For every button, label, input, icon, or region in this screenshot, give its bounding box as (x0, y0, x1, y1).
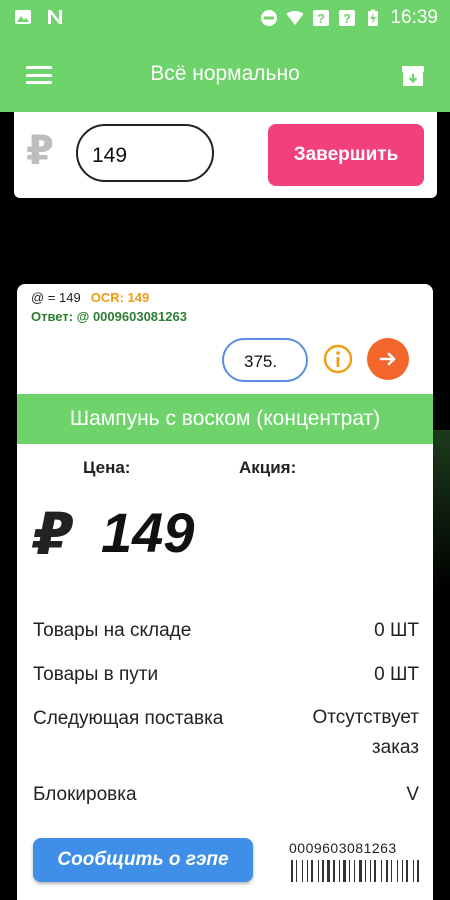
detail-value: 0 ШТ (374, 620, 419, 641)
currency-symbol: ₽ (26, 128, 54, 174)
detail-row-in-transit: Товары в пути 0 ШТ (33, 664, 419, 686)
barcode-image (291, 860, 419, 882)
do-not-disturb-icon (261, 10, 278, 26)
detail-row-next-delivery: Следующая поставка Отсутствует заказ (33, 707, 419, 758)
scan-result: @ = 149 OCR: 149 (31, 290, 149, 305)
svg-text:?: ? (343, 11, 351, 26)
app-bar: Всё нормально (0, 36, 450, 112)
info-icon[interactable] (323, 344, 353, 374)
detail-label: Блокировка (33, 784, 137, 805)
detail-value: V (406, 784, 419, 805)
signal-unknown-icon: ? (313, 10, 330, 26)
detail-value: Отсутствует заказ (312, 707, 419, 758)
next-button[interactable] (367, 338, 409, 380)
barcode-number: 0009603081263 (289, 840, 397, 856)
arrow-right-icon (379, 352, 396, 366)
battery-charging-icon (368, 9, 379, 26)
product-card: @ = 149 OCR: 149 Ответ: @ 0009603081263 3… (17, 284, 433, 900)
signal-unknown-icon: ? (339, 10, 356, 26)
image-notification-icon (15, 10, 31, 24)
status-time: 16:39 (390, 7, 438, 28)
detail-value: 0 ШТ (374, 664, 419, 685)
status-bar: ? ? 16:39 (0, 0, 450, 36)
price-value: 149 (101, 501, 195, 564)
scan-value: @ = 149 (31, 290, 81, 305)
detail-label: Товары на складе (33, 620, 192, 641)
price-label: Цена: (83, 458, 131, 477)
page-title: Всё нормально (150, 62, 300, 85)
detail-row-stock: Товары на складе 0 ШТ (33, 620, 419, 642)
n-notification-icon (48, 10, 62, 24)
wifi-icon (286, 10, 304, 25)
price-entry-card: ₽ 149 Завершить (14, 112, 437, 198)
report-gap-button[interactable]: Сообщить о гэпе (33, 838, 253, 882)
detail-label: Следующая поставка (33, 708, 224, 729)
price-input[interactable]: 149 (76, 124, 214, 182)
archive-download-icon[interactable] (400, 64, 426, 88)
promo-label: Акция: (239, 458, 297, 477)
background-decoration (433, 430, 450, 590)
ocr-value: OCR: 149 (90, 290, 150, 305)
detail-label: Товары в пути (33, 664, 159, 685)
finish-button[interactable]: Завершить (268, 124, 424, 186)
svg-text:?: ? (317, 11, 325, 26)
detail-row-blocking: Блокировка V (33, 784, 419, 806)
quantity-input[interactable]: 375. (222, 338, 308, 382)
currency-symbol-large: ₽ (33, 500, 74, 568)
product-name: Шампунь с воском (концентрат) (17, 394, 433, 444)
scan-answer: Ответ: @ 0009603081263 (31, 309, 187, 324)
